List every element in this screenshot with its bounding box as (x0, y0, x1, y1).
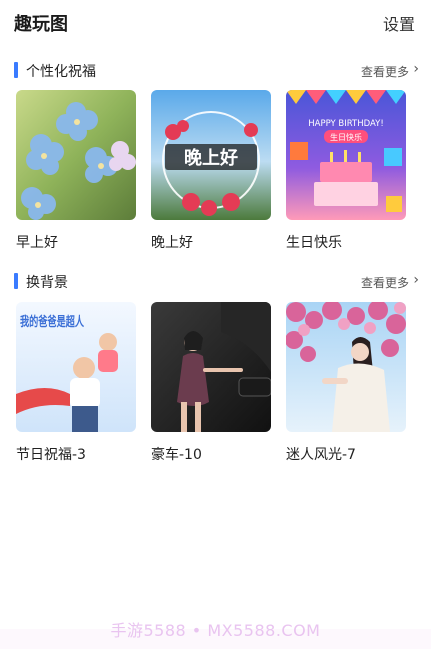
overlay-text: 我的爸爸是超人 (20, 314, 85, 330)
app-title: 趣玩图 (14, 14, 68, 35)
template-card[interactable]: HAPPY BIRTHDAY! 生日快乐 生日快乐 (286, 90, 406, 252)
birthday-image: HAPPY BIRTHDAY! 生日快乐 (286, 90, 406, 220)
woman-blossoms-image (286, 302, 406, 432)
card-label: 迷人风光-7 (286, 447, 356, 463)
card-label: 豪车-10 (151, 447, 202, 463)
template-card[interactable]: 我的爸爸是超人 节日祝福-3 (16, 302, 136, 464)
overlay-text: 晚上好 (184, 147, 238, 169)
woman-car-image (151, 302, 271, 432)
chevron-right-icon[interactable]: › (413, 272, 419, 288)
section-title: 个性化祝福 (26, 64, 96, 80)
section-header-greetings: 个性化祝福 查看更多 › (0, 59, 431, 83)
section-title: 换背景 (26, 275, 68, 291)
evening-image: 晚上好 (151, 90, 271, 220)
section-accent-bar (14, 273, 18, 289)
card-label: 节日祝福-3 (16, 447, 86, 463)
father-child-image: 我的爸爸是超人 (16, 302, 136, 432)
template-card[interactable]: 早上好 (16, 90, 136, 252)
flowers-image (16, 90, 136, 220)
thumbnail-woman-car[interactable] (151, 302, 271, 432)
overlay-title: HAPPY BIRTHDAY! (308, 119, 384, 129)
app-header: 趣玩图 设置 (0, 0, 431, 44)
template-card[interactable]: 晚上好 晚上好 (151, 90, 271, 252)
chevron-right-icon[interactable]: › (413, 61, 419, 77)
section-header-backgrounds: 换背景 查看更多 › (0, 270, 431, 294)
template-card[interactable]: 豪车-10 (151, 302, 271, 464)
card-label: 生日快乐 (286, 235, 342, 251)
settings-button[interactable]: 设置 (383, 11, 415, 35)
thumbnail-birthday[interactable]: HAPPY BIRTHDAY! 生日快乐 (286, 90, 406, 220)
watermark-text: 手游5588 • MX5588.COM (110, 621, 321, 640)
view-more-link[interactable]: 查看更多 (361, 274, 409, 291)
view-more-link[interactable]: 查看更多 (361, 63, 409, 80)
section-accent-bar (14, 62, 18, 78)
thumbnail-blue-flowers[interactable] (16, 90, 136, 220)
template-card[interactable]: 迷人风光-7 (286, 302, 406, 464)
overlay-badge: 生日快乐 (330, 132, 362, 142)
card-label: 晚上好 (151, 235, 193, 251)
thumbnail-father-child[interactable]: 我的爸爸是超人 (16, 302, 136, 432)
card-label: 早上好 (16, 235, 58, 251)
thumbnail-woman-blossoms[interactable] (286, 302, 406, 432)
thumbnail-evening[interactable]: 晚上好 (151, 90, 271, 220)
